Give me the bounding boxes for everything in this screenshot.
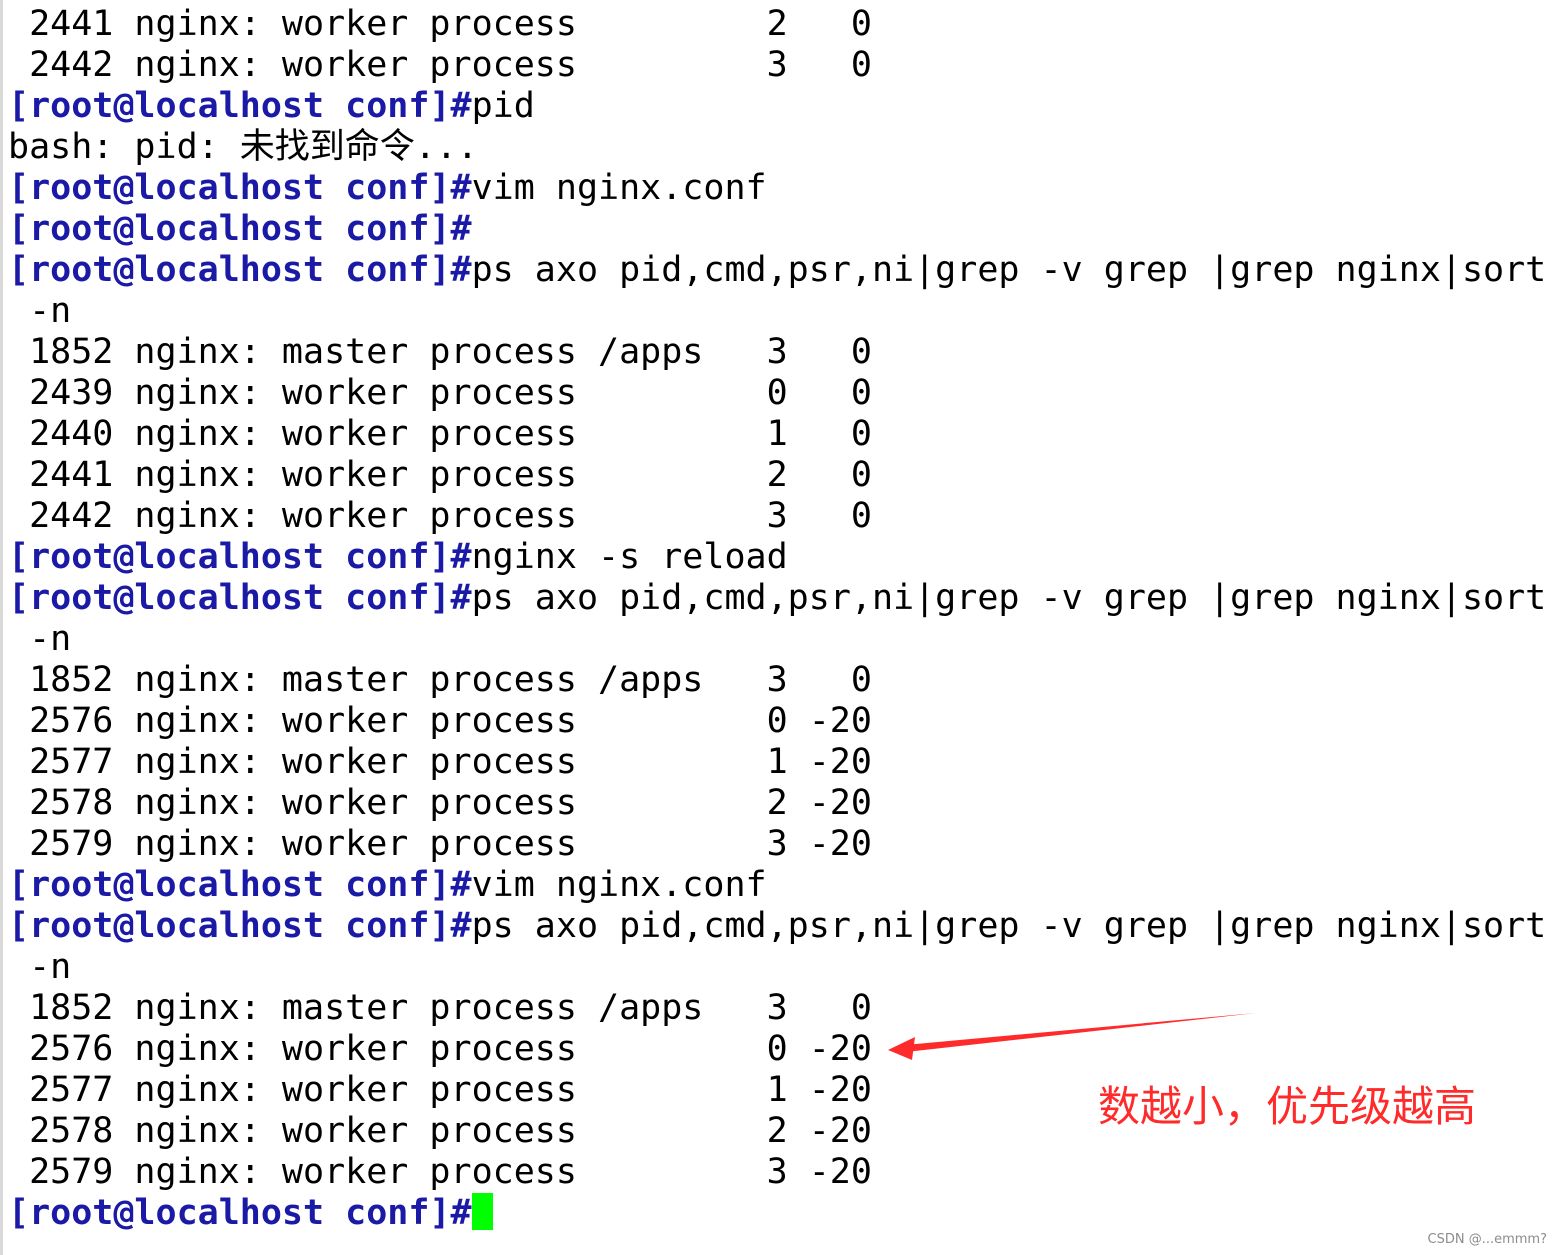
annotation-text: 数越小，优先级越高 (1098, 1082, 1477, 1131)
arrow-head (888, 1037, 915, 1060)
watermark: CSDN @...emmm? (1427, 1232, 1547, 1247)
arrow-shaft (905, 1013, 1256, 1052)
annotation-arrow (888, 1013, 1256, 1060)
